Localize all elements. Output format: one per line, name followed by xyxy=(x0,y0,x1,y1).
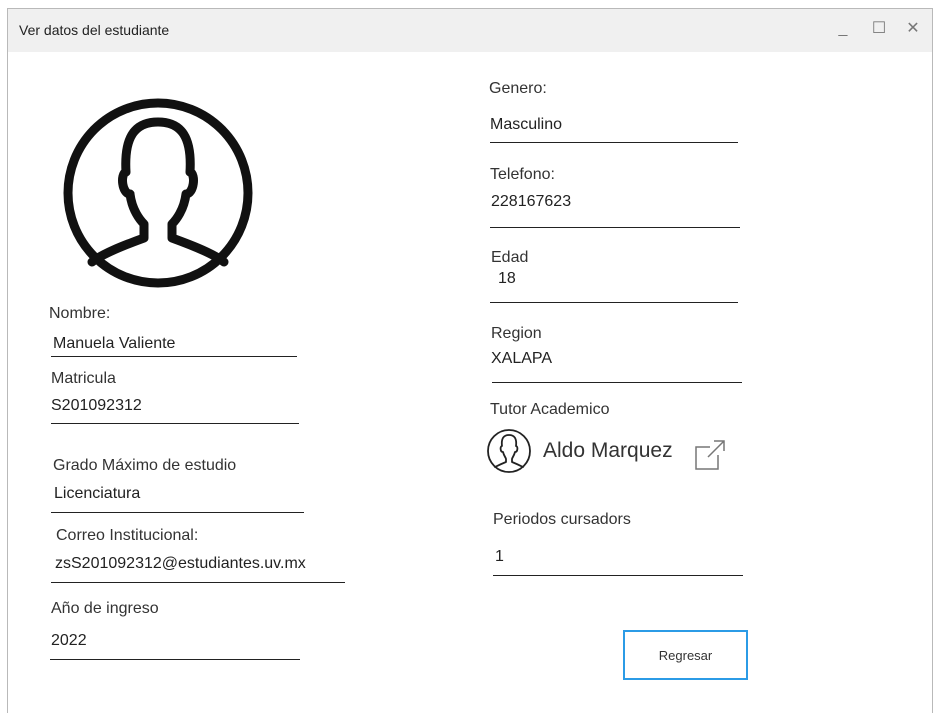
periodos-underline xyxy=(493,575,743,576)
content-area: Nombre: Manuela Valiente Matricula S2010… xyxy=(8,52,932,713)
back-button[interactable]: Regresar xyxy=(623,630,748,680)
nombre-value: Manuela Valiente xyxy=(53,335,176,352)
telefono-value: 228167623 xyxy=(491,193,572,210)
title-bar: Ver datos del estudiante _ ☐ ✕ xyxy=(8,9,932,52)
grado-underline xyxy=(51,512,304,513)
correo-underline xyxy=(51,582,345,583)
anio-value: 2022 xyxy=(51,632,87,649)
matricula-underline xyxy=(51,423,299,424)
periodos-label: Periodos cursadors xyxy=(493,511,631,528)
anio-label: Año de ingreso xyxy=(51,600,159,617)
matricula-value: S201092312 xyxy=(51,397,142,414)
anio-underline xyxy=(50,659,300,660)
nombre-underline xyxy=(51,356,297,357)
correo-label: Correo Institucional: xyxy=(56,527,199,544)
periodos-value: 1 xyxy=(495,548,504,565)
telefono-label: Telefono: xyxy=(490,166,555,183)
user-icon xyxy=(487,429,531,473)
tutor-name[interactable]: Aldo Marquez xyxy=(543,439,673,463)
genero-value: Masculino xyxy=(490,116,563,133)
grado-label: Grado Máximo de estudio xyxy=(53,457,237,474)
genero-underline xyxy=(490,142,738,143)
region-value: XALAPA xyxy=(491,350,553,367)
external-link-icon[interactable] xyxy=(692,439,726,473)
grado-value: Licenciatura xyxy=(54,485,141,502)
student-details-window: Ver datos del estudiante _ ☐ ✕ Nombre: M… xyxy=(7,8,933,713)
close-button[interactable]: ✕ xyxy=(904,20,922,38)
tutor-label: Tutor Academico xyxy=(490,401,610,418)
genero-label: Genero: xyxy=(489,80,547,97)
edad-underline xyxy=(490,302,738,303)
maximize-button[interactable]: ☐ xyxy=(870,20,888,38)
correo-value: zsS201092312@estudiantes.uv.mx xyxy=(55,555,306,572)
matricula-label: Matricula xyxy=(51,370,116,387)
user-avatar-icon xyxy=(63,98,253,288)
window-title: Ver datos del estudiante xyxy=(19,22,170,38)
region-label: Region xyxy=(491,325,542,342)
edad-value: 18 xyxy=(498,270,516,287)
nombre-label: Nombre: xyxy=(49,305,111,322)
edad-label: Edad xyxy=(491,249,529,266)
minimize-button[interactable]: _ xyxy=(834,20,852,38)
region-underline xyxy=(492,382,742,383)
telefono-underline xyxy=(490,227,740,228)
